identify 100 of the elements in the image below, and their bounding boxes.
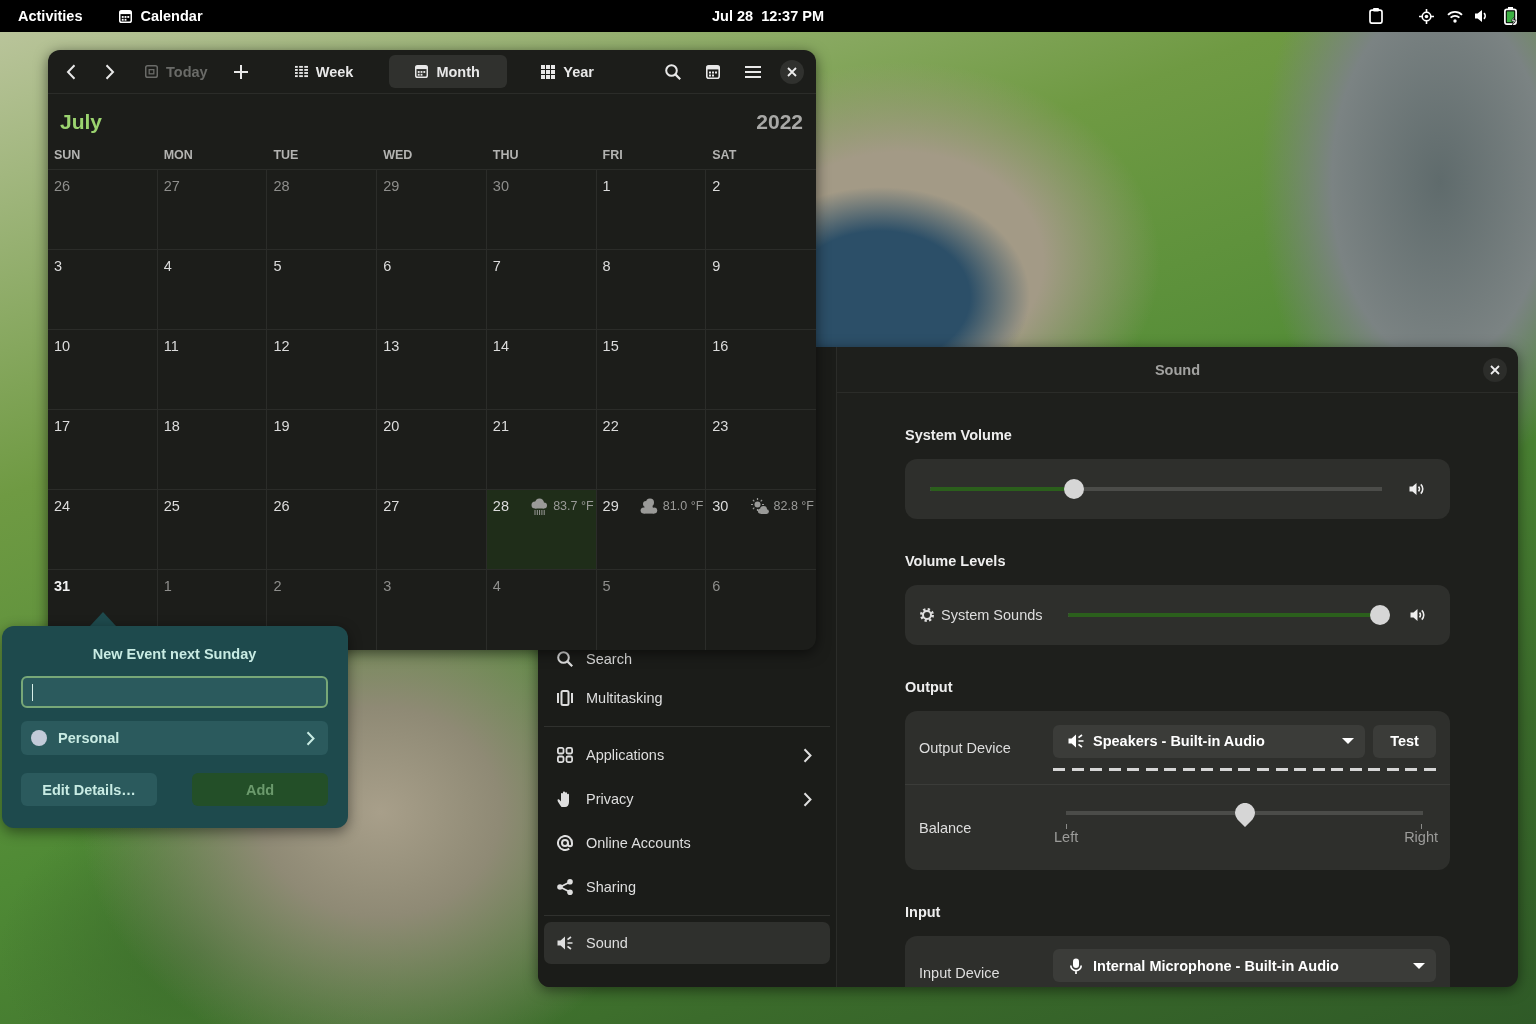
sidebar-item[interactable]: Online Accounts [544,821,830,865]
window-title: Sound [1154,361,1201,378]
day-number: 25 [163,497,180,515]
day-cell[interactable]: 20 [377,410,487,490]
day-number: 22 [602,417,619,435]
weekday-label: WED [382,148,414,164]
calendar-day-icon [145,65,158,78]
tick-mark [1420,824,1422,829]
day-number: 2 [273,577,282,595]
day-cell[interactable]: 27 [157,170,268,250]
sidebar-item[interactable]: Search [544,650,830,676]
day-cell[interactable]: 8 [596,250,707,330]
day-number: 6 [383,257,392,275]
calendar-icon [119,9,133,23]
sidebar-item[interactable]: Applications [544,733,830,777]
day-cell[interactable]: 1 [596,170,707,250]
day-cell[interactable]: 27 [377,490,487,570]
activities-button[interactable]: Activities [8,0,93,32]
speaker-volume-icon[interactable] [1409,481,1425,497]
grid-icon [541,64,556,79]
day-cell[interactable]: 14 [486,330,597,410]
sidebar-item[interactable]: Privacy [544,777,830,821]
day-cell[interactable]: 5 [267,250,378,330]
day-cell[interactable]: 26 [267,490,378,570]
volume-icon[interactable] [1475,9,1487,23]
day-cell[interactable]: 17 [48,410,158,490]
day-cell[interactable]: 10 [48,330,158,410]
battery-charging-icon[interactable] [1504,7,1518,25]
day-cell[interactable]: 12 [267,330,378,410]
day-cell[interactable]: 18 [157,410,268,490]
day-cell[interactable]: 30 82.8 °F [706,490,816,570]
day-cell[interactable]: 2 [706,170,816,250]
day-cell[interactable]: 24 [48,490,158,570]
temperature-label: 82.8 °F [773,499,814,513]
wifi-icon[interactable] [1447,9,1463,23]
output-device-dropdown[interactable]: Speakers - Built-in Audio [1053,724,1365,758]
day-cell[interactable]: 6 [706,570,816,650]
test-button[interactable]: Test [1373,724,1436,758]
speaker-icon [1068,733,1084,749]
day-cell[interactable]: 16 [706,330,816,410]
slider-thumb[interactable] [1063,479,1084,499]
day-cell[interactable]: 5 [596,570,707,650]
day-cell[interactable]: 25 [157,490,268,570]
day-cell[interactable]: 29 81.0 °F [596,490,707,570]
month-title: July [60,109,103,135]
day-cell[interactable]: 28 83.7 °F [486,490,597,570]
day-cell[interactable]: 3 [48,250,158,330]
edit-details-button[interactable]: Edit Details… [21,773,157,806]
speaker-volume-icon[interactable] [1410,607,1426,623]
day-cell[interactable]: 13 [377,330,487,410]
view-tab[interactable]: Month [388,55,507,88]
day-cell[interactable]: 15 [596,330,707,410]
day-cell[interactable]: 4 [157,250,268,330]
view-tab[interactable]: Year [528,55,607,88]
scale-label: Left [1054,829,1079,846]
location-icon[interactable] [1419,8,1434,24]
stream-label: System Sounds [941,607,1043,623]
day-cell[interactable]: 26 [48,170,158,250]
input-device-dropdown[interactable]: Internal Microphone - Built-in Audio [1053,949,1436,982]
tick-mark [1065,824,1067,829]
slider-thumb[interactable] [1234,803,1255,827]
day-cell[interactable]: 3 [377,570,487,650]
day-cell[interactable]: 7 [486,250,597,330]
day-cell[interactable]: 9 [706,250,816,330]
clock-button[interactable]: Jul 28 12:37 PM [702,0,834,32]
calendar-selector[interactable]: Personal [21,721,328,755]
day-number: 1 [163,577,172,595]
weekday-label: MON [162,148,194,164]
day-number: 30 [712,497,729,515]
app-menu-button[interactable]: Calendar [109,0,213,32]
day-number: 27 [163,177,180,195]
clipboard-icon[interactable] [1369,8,1383,24]
chevron-right-icon [306,730,315,746]
year-label: 2022 [756,109,803,135]
slider-thumb[interactable] [1370,605,1390,625]
day-cell[interactable]: 30 [486,170,597,250]
day-number: 20 [383,417,400,435]
day-cell[interactable]: 4 [486,570,597,650]
chevron-left-icon [66,63,76,80]
view-tab[interactable]: Week [282,55,366,88]
day-cell[interactable]: 28 [267,170,378,250]
day-cell[interactable]: 23 [706,410,816,490]
day-cell[interactable]: 6 [377,250,487,330]
day-number: 19 [273,417,290,435]
close-button[interactable] [780,59,804,84]
day-number: 15 [602,337,619,355]
day-cell[interactable]: 29 [377,170,487,250]
sun-cloud-icon [750,497,769,515]
sidebar-item[interactable]: Multitasking [544,676,830,720]
day-cell[interactable]: 19 [267,410,378,490]
day-number: 4 [163,257,172,275]
event-title-field[interactable] [21,676,328,708]
day-cell[interactable]: 11 [157,330,268,410]
day-number: 14 [492,337,509,355]
sidebar-item[interactable]: Sound [544,922,830,964]
day-cell[interactable]: 22 [596,410,707,490]
close-button[interactable] [1483,357,1507,382]
sidebar-item[interactable]: Sharing [544,865,830,909]
weekday-label: SUN [53,148,82,164]
rain-cloud-icon [530,497,549,515]
